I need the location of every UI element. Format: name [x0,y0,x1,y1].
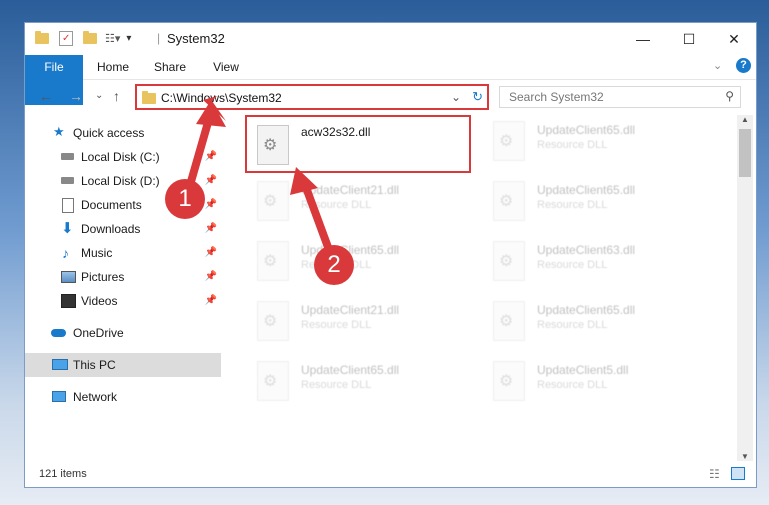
annotation-arrows [184,96,336,260]
arrow-2-head-main [290,167,318,195]
step-2-badge: 2 [314,245,354,285]
arrow-1-head-main [196,100,226,127]
step-1-badge: 1 [165,179,205,219]
